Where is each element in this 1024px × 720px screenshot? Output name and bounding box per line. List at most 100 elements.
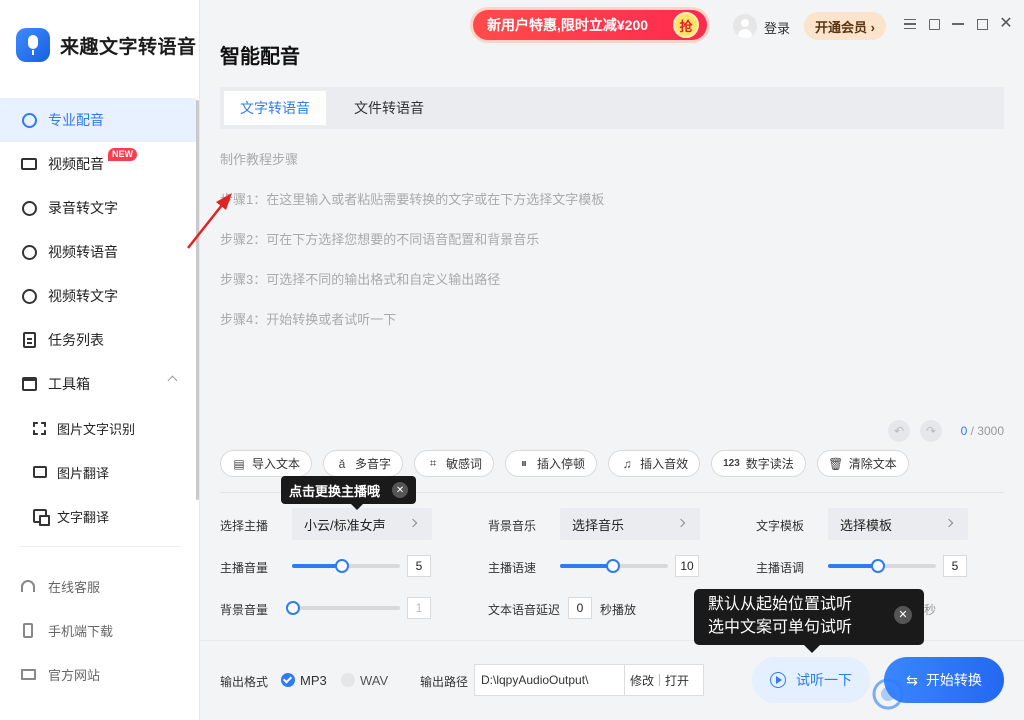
tool-label: 多音字 [355,457,392,471]
template-label: 文字模板 [756,519,805,533]
video-icon [20,155,38,173]
tab-text-to-speech[interactable]: 文字转语音 [224,91,326,125]
pitch-label: 主播语调 [756,561,805,575]
sidebar-item-video-to-audio[interactable]: 视频转语音 [0,230,196,274]
sidebar-item-label: 视频配音 [48,156,104,172]
slider-knob[interactable] [286,601,300,615]
editor-toolbar: ▤ 导入文本 ǎ 多音字 ⌗ 敏感词 ⏸ 插入停顿 ♫ 插入音效 123 数字读法 🗑 清除文… [220,450,920,478]
microphone-logo-icon [16,28,50,62]
minimize-icon[interactable] [950,16,966,32]
modify-path-link[interactable]: 修改 [625,672,659,689]
translate-icon [32,509,50,526]
speed-slider[interactable] [560,559,668,573]
speed-label: 主播语速 [488,561,537,575]
sidebar-item-video-dubbing[interactable]: 视频配音 NEW [0,142,196,186]
slider-knob[interactable] [870,559,885,573]
sidebar-item-label: 手机端下载 [48,623,114,639]
close-icon[interactable]: ✕ [998,16,1014,32]
tutorial-step-1: 步骤1：在这里输入或者粘贴需要转换的文字或在下方选择文字模板 [220,192,605,207]
bg-volume-value[interactable]: 1 [407,597,431,619]
tutorial-step-3: 步骤3：可选择不同的输出格式和自定义输出路径 [220,272,501,287]
bg-volume-slider[interactable] [286,601,400,615]
anchor-select[interactable]: 小云/标准女声 [292,508,432,540]
output-path-label: 输出路径 [420,675,469,689]
new-badge: NEW [108,148,137,161]
sidebar-item-video-to-text[interactable]: 视频转文字 [0,274,196,318]
template-select[interactable]: 选择模板 [828,508,968,540]
polyphone-button[interactable]: ǎ 多音字 [323,450,404,477]
maximize-icon[interactable] [974,16,990,32]
sidebar-item-label: 在线客服 [48,579,101,595]
anchor-volume-slider[interactable] [292,559,400,573]
open-path-link[interactable]: 打开 [660,672,694,689]
chevron-right-icon [944,518,954,528]
sidebar-subitem-image-translate[interactable]: 图片翻译 [0,450,196,494]
trash-icon: 🗑 [828,456,844,471]
close-icon[interactable]: ✕ [894,606,912,624]
redo-icon[interactable]: ↷ [920,420,942,442]
sensitive-words-button[interactable]: ⌗ 敏感词 [414,450,495,477]
user-avatar-icon[interactable] [733,14,757,38]
open-vip-button[interactable]: 开通会员 › [804,12,886,40]
delay-value[interactable]: 0 [568,597,592,619]
headset-icon [20,578,36,594]
undo-icon[interactable]: ↶ [888,420,910,442]
pause-icon: ⏸ [521,456,528,470]
mp3-label: MP3 [300,673,327,688]
sidebar-subitem-text-translate[interactable]: 文字翻译 [0,494,196,538]
insert-pause-button[interactable]: ⏸ 插入停顿 [505,450,598,477]
app-logo: 来趣文字转语音 [16,28,197,62]
promo-banner[interactable]: 新用户特惠,限时立减¥200 抢 [470,7,710,43]
sidebar-item-record-to-text[interactable]: 录音转文字 [0,186,196,230]
listen-button[interactable]: 试听一下 [752,657,870,703]
mp3-radio[interactable] [281,673,295,687]
anchor-volume-label: 主播音量 [220,561,269,575]
pitch-slider[interactable] [828,559,936,573]
sidebar-item-pro-dubbing[interactable]: 专业配音 [0,98,196,142]
login-link[interactable]: 登录 [764,18,790,37]
bgm-select[interactable]: 选择音乐 [560,508,700,540]
slider-knob[interactable] [605,559,620,573]
wav-radio[interactable] [341,673,355,687]
sidebar-item-task-list[interactable]: 任务列表 [0,318,196,362]
number-reading-button[interactable]: 123 数字读法 [711,450,806,477]
sidebar-item-label: 录音转文字 [48,200,118,216]
sidebar-item-mobile-download[interactable]: 手机端下载 [0,608,196,652]
tool-label: 插入音效 [640,457,689,471]
slider-fill [560,564,612,568]
sidebar-divider [20,546,180,547]
tool-label: 清除文本 [848,457,897,471]
slider-knob[interactable] [334,559,349,573]
speed-value[interactable]: 10 [675,555,699,577]
sidebar-item-label: 专业配音 [48,112,104,128]
menu-icon[interactable] [902,16,918,32]
insert-sound-effect-button[interactable]: ♫ 插入音效 [608,450,701,477]
text-editor[interactable]: 文字转语音 文件转语音 制作教程步骤 步骤1：在这里输入或者粘贴需要转换的文字或… [220,87,1004,447]
output-path-box: D:\lqpyAudioOutput\ 修改 打开 [474,664,704,696]
sidebar-subitem-label: 文字翻译 [57,509,110,525]
sidebar-item-label: 工具箱 [48,376,90,392]
pitch-value[interactable]: 5 [943,555,967,577]
close-icon[interactable]: ✕ [392,482,409,498]
tutorial-heading: 制作教程步骤 [220,152,299,167]
import-text-button[interactable]: ▤ 导入文本 [220,450,313,477]
sidebar-subitem-ocr[interactable]: 图片文字识别 [0,406,196,450]
output-path-value[interactable]: D:\lqpyAudioOutput\ [475,665,625,695]
edit-icon[interactable] [926,16,942,32]
listen-tooltip: 默认从起始位置试听 选中文案可单句试听 ✕ [694,589,924,653]
sidebar-scrollbar[interactable] [196,100,199,500]
import-icon: ▤ [233,456,245,471]
listen-tooltip-line1: 默认从起始位置试听 [708,596,853,613]
tail-fragment: 秒 [924,603,937,617]
chevron-right-icon [408,518,418,528]
sidebar-item-toolbox[interactable]: 工具箱 [0,362,196,406]
tool-label: 数字读法 [745,457,794,471]
clear-text-button[interactable]: 🗑 清除文本 [816,450,909,477]
anchor-volume-value[interactable]: 5 [407,555,431,577]
tab-file-to-speech[interactable]: 文件转语音 [338,91,440,125]
toolbox-icon [20,375,38,393]
sidebar-item-online-service[interactable]: 在线客服 [0,564,196,608]
start-convert-button[interactable]: ⇆ 开始转换 [884,657,1004,703]
sidebar-item-official-site[interactable]: 官方网站 [0,652,196,696]
sidebar-nav: 专业配音 视频配音 NEW 录音转文字 视频转语音 视频转文字 任务列表 工具箱 [0,98,196,538]
